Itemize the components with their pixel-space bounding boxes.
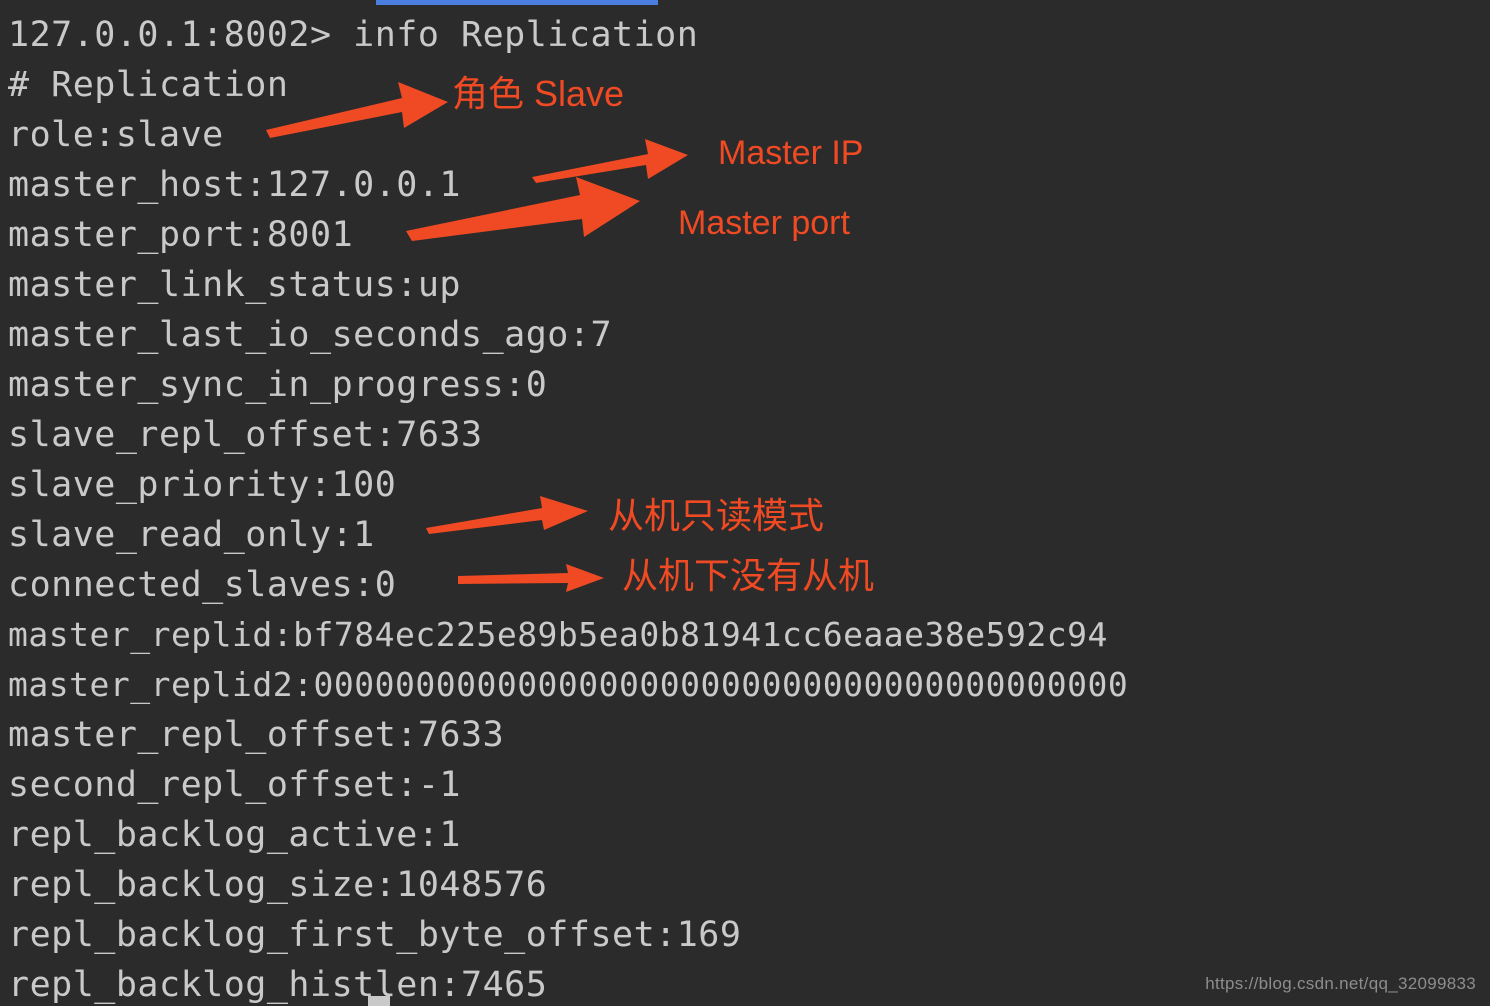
- console-line-master-replid: master_replid:bf784ec225e89b5ea0b81941cc…: [8, 615, 1108, 654]
- console-line-second-repl-offset: second_repl_offset:-1: [8, 765, 462, 805]
- console-line-slave-repl-offset: slave_repl_offset:7633: [8, 415, 483, 455]
- console-line-master-repl-offset: master_repl_offset:7633: [8, 715, 505, 755]
- console-line-backlog-active: repl_backlog_active:1: [8, 815, 462, 855]
- console-line-master-sync: master_sync_in_progress:0: [8, 365, 548, 405]
- console-line-section-header: # Replication: [8, 65, 289, 105]
- console-line-master-host: master_host:127.0.0.1: [8, 165, 462, 205]
- console-line-connected-slaves: connected_slaves:0: [8, 565, 397, 605]
- console-line-role: role:slave: [8, 115, 224, 155]
- console-output: 127.0.0.1:8002> info Replication # Repli…: [8, 10, 1468, 1006]
- console-line-backlog-size: repl_backlog_size:1048576: [8, 865, 548, 905]
- console-line-master-port: master_port:8001: [8, 215, 354, 255]
- console-line-master-link-status: master_link_status:up: [8, 265, 462, 305]
- console-line-slave-priority: slave_priority:100: [8, 465, 397, 505]
- console-line-slave-read-only: slave_read_only:1: [8, 515, 375, 555]
- console-line-prompt: 127.0.0.1:8002> info Replication: [8, 15, 699, 55]
- watermark-url: https://blog.csdn.net/qq_32099833: [1205, 974, 1476, 993]
- terminal-window[interactable]: 127.0.0.1:8002> info Replication # Repli…: [0, 0, 1490, 1006]
- text-selection-highlight: [376, 0, 658, 5]
- console-line-backlog-first-byte: repl_backlog_first_byte_offset:169: [8, 915, 742, 955]
- console-line-master-last-io: master_last_io_seconds_ago:7: [8, 315, 613, 355]
- terminal-cursor: [368, 996, 390, 1006]
- console-line-master-replid2: master_replid2:0000000000000000000000000…: [8, 665, 1129, 704]
